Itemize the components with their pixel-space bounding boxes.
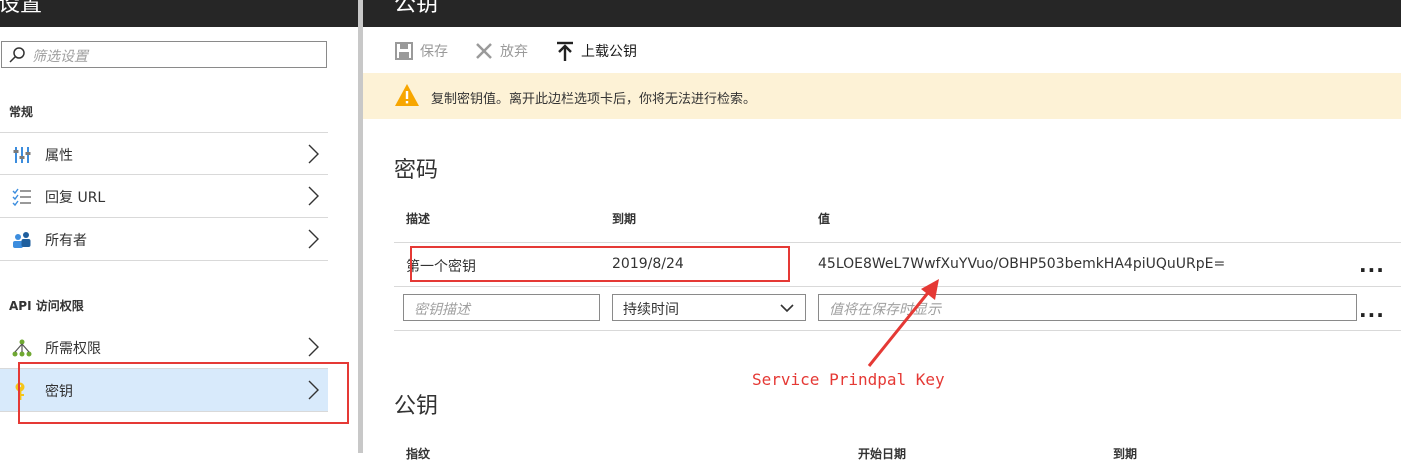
sidebar-item-properties[interactable]: 属性	[0, 132, 328, 175]
key-value-placeholder: 值将在保存时显示	[829, 302, 941, 318]
chevron-down-icon	[780, 304, 794, 313]
chevron-right-icon	[308, 337, 319, 357]
save-icon	[395, 42, 413, 60]
top-header: 设置 公钥	[0, 0, 1401, 27]
sidebar-item-label: 回复 URL	[45, 190, 106, 206]
key-value[interactable]: 45LOE8WeL7WwfXuYVuo/OBHP503bemkHA4piUQuU…	[818, 256, 1225, 272]
filter-placeholder: 筛选设置	[32, 49, 88, 65]
sidebar-item-reply-url[interactable]: 回复 URL	[0, 175, 328, 218]
key-value-input[interactable]: 值将在保存时显示	[818, 294, 1357, 321]
key-description-input[interactable]: 密钥描述	[403, 294, 600, 321]
highlight-box-keys	[18, 362, 349, 424]
save-button[interactable]: 保存	[394, 40, 448, 62]
table-divider	[394, 242, 1401, 243]
column-header-description: 描述	[406, 212, 431, 226]
duration-selected-value: 持续时间	[623, 302, 679, 318]
discard-button[interactable]: 放弃	[474, 40, 528, 62]
new-row-more-button[interactable]: ...	[1359, 298, 1385, 322]
warning-text: 复制密钥值。离开此边栏选项卡后，你将无法进行检索。	[431, 92, 757, 107]
close-icon	[476, 43, 492, 59]
filter-settings-input[interactable]: 筛选设置	[1, 41, 327, 68]
warning-icon	[395, 84, 419, 106]
chevron-right-icon	[308, 229, 319, 249]
permissions-icon	[12, 339, 32, 357]
column-header-thumbprint: 指纹	[406, 447, 431, 461]
warning-banner: 复制密钥值。离开此边栏选项卡后，你将无法进行检索。	[363, 73, 1401, 119]
annotation-label: Service Prindpal Key	[752, 370, 945, 389]
save-label: 保存	[420, 44, 448, 60]
column-header-expires: 到期	[612, 212, 637, 226]
chevron-right-icon	[308, 144, 319, 164]
upload-icon	[557, 41, 573, 61]
table-divider	[394, 286, 1401, 287]
column-header-public-expires: 到期	[1113, 447, 1138, 461]
properties-icon	[13, 147, 31, 163]
keys-blade: 保存 放弃 上载公钥 复制密钥值。离开此边栏选项卡后，你将无法进行检索。 密码 …	[363, 27, 1401, 461]
section-heading-general: 常规	[9, 105, 34, 119]
section-heading-api-access: API 访问权限	[9, 299, 84, 313]
table-divider	[394, 330, 1401, 331]
chevron-right-icon	[308, 186, 319, 206]
sidebar-item-label: 所需权限	[45, 341, 101, 357]
row-more-button[interactable]: ...	[1359, 253, 1385, 277]
owners-icon	[13, 232, 31, 248]
column-header-value: 值	[818, 212, 831, 226]
passwords-heading: 密码	[394, 158, 439, 183]
upload-public-key-button[interactable]: 上载公钥	[555, 40, 637, 62]
public-keys-heading: 公钥	[394, 394, 439, 419]
sidebar-item-owners[interactable]: 所有者	[0, 218, 328, 261]
discard-label: 放弃	[500, 44, 528, 60]
sidebar-item-label: 所有者	[45, 233, 87, 249]
highlight-box-key-row	[410, 246, 790, 282]
blade-title-keys: 公钥	[394, 0, 439, 17]
search-icon	[9, 47, 25, 63]
key-description-placeholder: 密钥描述	[414, 302, 470, 318]
list-icon	[12, 188, 31, 207]
column-header-start-date: 开始日期	[858, 447, 907, 461]
upload-label: 上载公钥	[581, 44, 637, 60]
sidebar-item-label: 属性	[45, 148, 73, 164]
blade-title-settings: 设置	[0, 0, 43, 17]
duration-select[interactable]: 持续时间	[612, 294, 806, 321]
